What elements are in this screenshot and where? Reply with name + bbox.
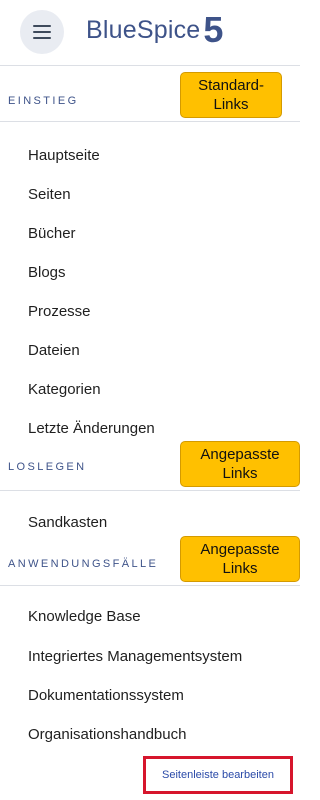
nav-item-hauptseite[interactable]: Hauptseite: [28, 147, 100, 164]
sidebar-header: BlueSpice 5: [0, 0, 300, 62]
bluespice-logo[interactable]: BlueSpice 5: [86, 12, 223, 48]
nav-item-blogs[interactable]: Blogs: [28, 264, 66, 281]
edit-link-highlight: Seitenleiste bearbeiten: [143, 756, 293, 794]
header-divider: [0, 65, 300, 66]
nav-item-letzte-aenderungen[interactable]: Letzte Änderungen: [28, 420, 155, 437]
logo-version: 5: [203, 9, 224, 50]
nav-item-seiten[interactable]: Seiten: [28, 186, 71, 203]
nav-item-prozesse[interactable]: Prozesse: [28, 303, 91, 320]
section-divider: [0, 585, 300, 586]
logo-text: BlueSpice: [86, 15, 201, 44]
section-heading-anwendungsfaelle: ANWENDUNGSFÄLLE: [8, 558, 159, 570]
nav-item-integriertes-managementsystem[interactable]: Integriertes Managementsystem: [28, 648, 242, 665]
edit-sidebar-link[interactable]: Seitenleiste bearbeiten: [162, 769, 274, 781]
nav-item-dokumentationssystem[interactable]: Dokumentationssystem: [28, 687, 184, 704]
callout-standard-links: Standard-Links: [180, 72, 282, 118]
nav-item-sandkasten[interactable]: Sandkasten: [28, 514, 107, 531]
hamburger-menu-icon[interactable]: [20, 10, 64, 54]
nav-item-knowledge-base[interactable]: Knowledge Base: [28, 608, 141, 625]
nav-item-organisationshandbuch[interactable]: Organisationshandbuch: [28, 726, 186, 743]
callout-angepasste-links: Angepasste Links: [180, 441, 300, 487]
nav-item-dateien[interactable]: Dateien: [28, 342, 80, 359]
menu-bars: [33, 25, 51, 39]
section-divider: [0, 490, 300, 491]
section-heading-einstieg: EINSTIEG: [8, 95, 79, 107]
callout-angepasste-links: Angepasste Links: [180, 536, 300, 582]
nav-item-buecher[interactable]: Bücher: [28, 225, 76, 242]
section-heading-loslegen: LOSLEGEN: [8, 461, 87, 473]
section-divider: [0, 121, 300, 122]
nav-item-kategorien[interactable]: Kategorien: [28, 381, 101, 398]
